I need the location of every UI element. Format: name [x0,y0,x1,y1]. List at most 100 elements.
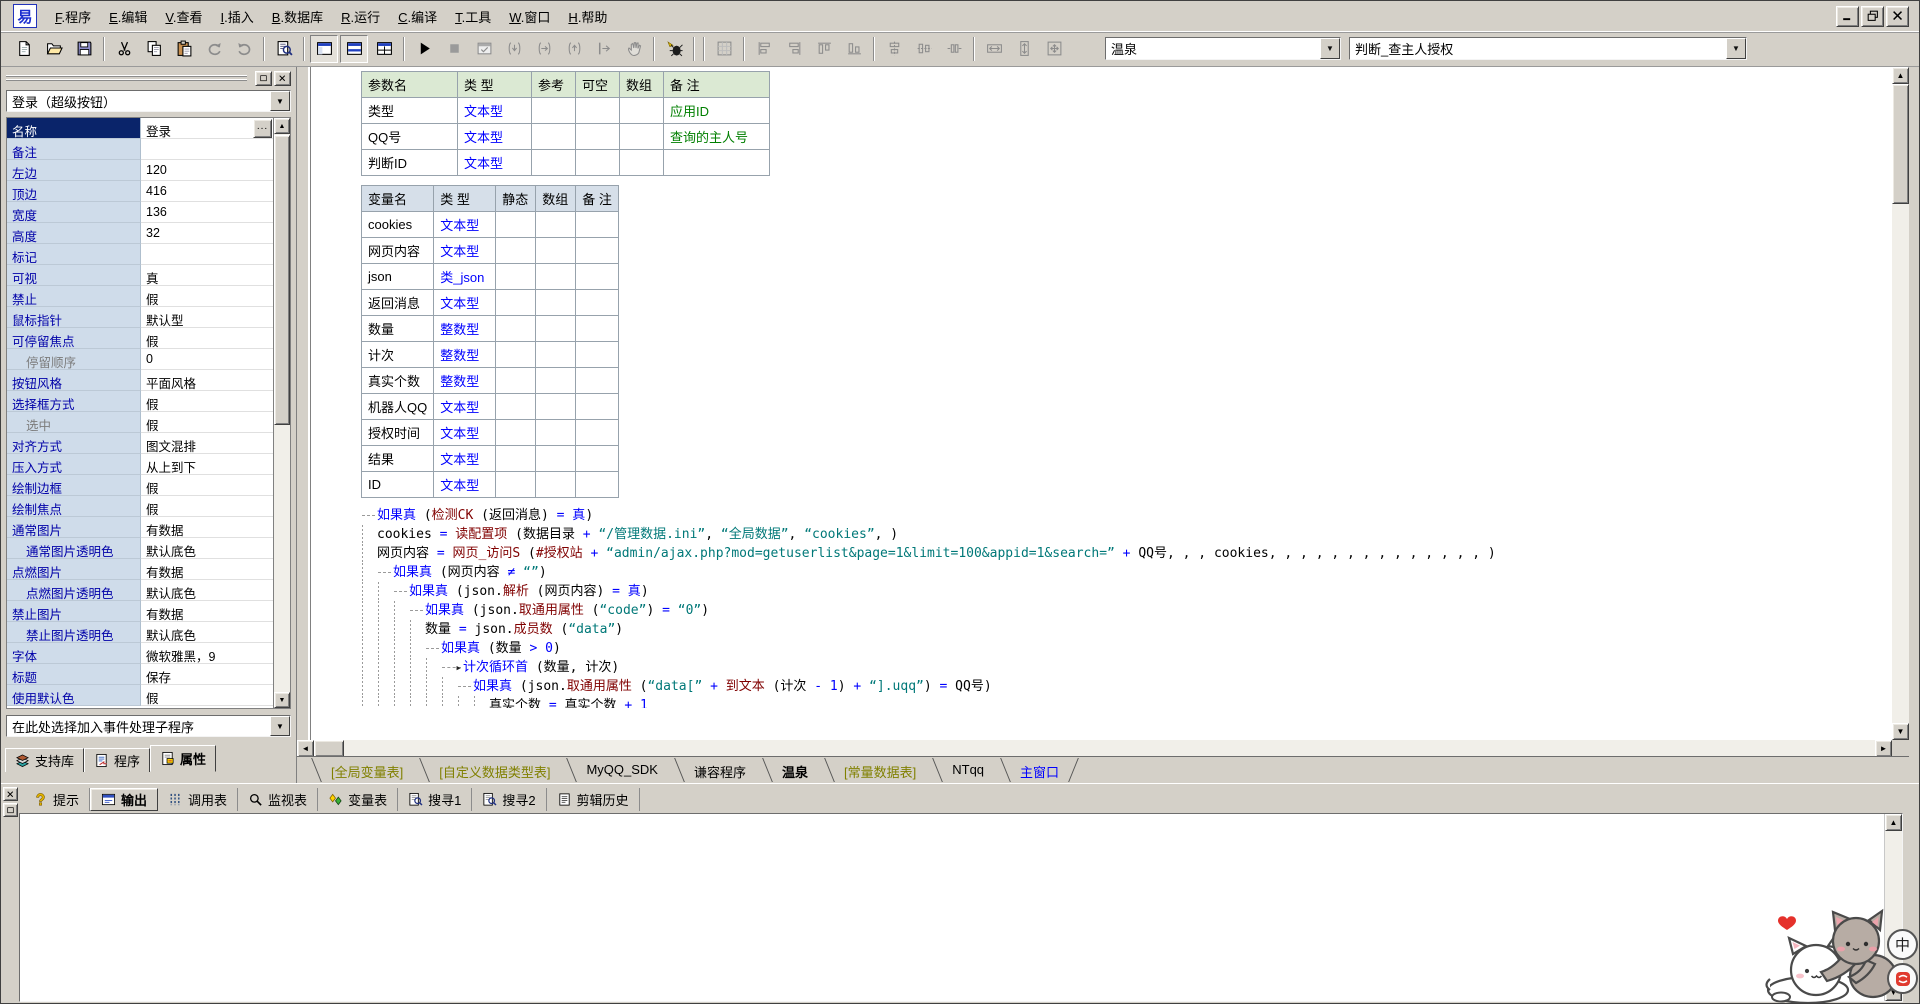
code-line[interactable]: 如果真 (数量 > 0) [361,639,1892,658]
property-row[interactable]: 选中假 [7,412,273,433]
var-remark[interactable] [576,290,619,316]
property-value[interactable]: 假 [141,475,273,496]
property-value[interactable]: 登录... [141,118,273,139]
var-name[interactable]: 机器人QQ [362,394,434,420]
var-name[interactable]: 网页内容 [362,238,434,264]
scroll-left-button[interactable]: ◄ [297,740,314,757]
property-value[interactable]: 416 [141,181,273,202]
var-static[interactable] [496,420,536,446]
event-handler-combobox[interactable]: 在此处选择加入事件处理子程序 ▼ [6,715,291,737]
paste-button[interactable] [170,35,198,63]
param-type[interactable]: 文本型 [458,150,532,176]
module-tab[interactable]: MyQQ_SDK [568,757,676,783]
var-name[interactable]: 返回消息 [362,290,434,316]
var-name[interactable]: 数量 [362,316,434,342]
editor-horizontal-scrollbar[interactable]: ◄► [297,740,1892,757]
property-label[interactable]: 通常图片透明色 [7,538,141,559]
var-static[interactable] [496,394,536,420]
property-row[interactable]: 点燃图片有数据 [7,559,273,580]
var-name[interactable]: json [362,264,434,290]
scroll-thumb[interactable] [314,740,344,757]
code-line[interactable]: 如果真 (检测CK (返回消息) = 真) [361,506,1892,525]
property-row[interactable]: 停留顺序0 [7,349,273,370]
output-tab-hint[interactable]: 提示 [23,788,90,811]
menu-item-H[interactable]: H.帮助 [559,3,616,30]
menu-item-W[interactable]: W.窗口 [500,3,559,30]
menu-item-C[interactable]: C.编译 [389,3,446,30]
panel-tab-program[interactable]: 程序 [84,748,150,772]
property-label[interactable]: 压入方式 [7,454,141,475]
panel-restore-button[interactable] [255,71,272,86]
property-value[interactable]: 微软雅黑，9 [141,643,273,664]
chevron-down-icon[interactable]: ▼ [270,91,290,111]
var-type[interactable]: 整数型 [434,342,496,368]
minimize-button[interactable] [1836,6,1859,27]
chevron-down-icon[interactable]: ▼ [270,716,290,736]
var-array[interactable] [536,212,576,238]
param-remark[interactable] [664,150,770,176]
ime-language-button[interactable]: 中 [1887,929,1918,960]
property-row[interactable]: 对齐方式图文混排 [7,433,273,454]
routine-combobox[interactable]: 判断_查主人授权 ▼ [1349,37,1747,60]
var-array[interactable] [536,290,576,316]
output-tab-clip-history[interactable]: 剪辑历史 [547,788,640,811]
property-label[interactable]: 停留顺序 [7,349,141,370]
property-value[interactable]: 保存 [141,664,273,685]
var-type[interactable]: 文本型 [434,420,496,446]
scroll-up-button[interactable]: ▲ [1885,814,1902,831]
panel-titlebar[interactable] [6,70,291,86]
table-row[interactable]: 类型文本型应用ID [362,98,770,124]
var-static[interactable] [496,212,536,238]
variable-table[interactable]: 变量名类 型静态数组备 注cookies文本型网页内容文本型json类_json… [361,185,619,498]
editor-vertical-scrollbar[interactable]: ▲▼ [1892,67,1909,740]
property-label[interactable]: 可视 [7,265,141,286]
code-line[interactable]: cookies = 读配置项 (数据目录 + “/管理数据.ini”, “全局数… [361,525,1892,544]
property-value[interactable]: 图文混排 [141,433,273,454]
code-lines[interactable]: 如果真 (检测CK (返回消息) = 真)cookies = 读配置项 (数据目… [361,506,1892,708]
property-value[interactable]: 默认底色 [141,580,273,601]
property-label[interactable]: 标记 [7,244,141,265]
panel-tab-property[interactable]: 属性 [150,745,216,772]
cut-button[interactable] [110,35,138,63]
scroll-thumb[interactable] [274,135,290,425]
property-row[interactable]: 禁止图片透明色默认底色 [7,622,273,643]
param-remark[interactable]: 应用ID [664,98,770,124]
property-value[interactable]: 有数据 [141,559,273,580]
panel-close-button[interactable] [3,787,18,801]
param-byref[interactable] [532,150,576,176]
ellipsis-button[interactable]: ... [253,119,272,138]
var-remark[interactable] [576,472,619,498]
property-value[interactable]: 120 [141,160,273,181]
code-line[interactable]: 如果真 (json.取通用属性 (“code”) = “0”) [361,601,1892,620]
panel-grip[interactable] [6,75,247,82]
property-label[interactable]: 高度 [7,223,141,244]
var-array[interactable] [536,368,576,394]
property-row[interactable]: 选择框方式假 [7,391,273,412]
property-row[interactable]: 宽度136 [7,202,273,223]
object-selector-combobox[interactable]: 登录（超级按钮） ▼ [6,90,291,112]
panel-close-button[interactable] [274,71,291,86]
param-byref[interactable] [532,98,576,124]
var-name[interactable]: 计次 [362,342,434,368]
property-value[interactable]: 假 [141,391,273,412]
var-name[interactable]: cookies [362,212,434,238]
property-value[interactable]: 假 [141,412,273,433]
var-remark[interactable] [576,342,619,368]
var-type[interactable]: 文本型 [434,290,496,316]
table-row[interactable]: 计次整数型 [362,342,619,368]
var-static[interactable] [496,264,536,290]
var-static[interactable] [496,446,536,472]
parameter-table[interactable]: 参数名类 型参考可空数组备 注类型文本型应用IDQQ号文本型查询的主人号判断ID… [361,71,770,176]
output-content[interactable]: ▲▼ [19,813,1903,1002]
code-line[interactable]: 网页内容 = 网页_访问S (#授权站 + “admin/ajax.php?mo… [361,544,1892,563]
var-static[interactable] [496,342,536,368]
output-tab-search-doc[interactable]: 搜寻2 [472,788,546,811]
code-line[interactable]: 计次循环首 (数量, 计次) [361,658,1892,677]
property-value[interactable] [141,139,273,160]
property-label[interactable]: 点燃图片 [7,559,141,580]
property-label[interactable]: 名称 [7,118,141,139]
scroll-right-button[interactable]: ► [1875,740,1892,757]
param-nullable[interactable] [576,150,620,176]
var-array[interactable] [536,472,576,498]
var-remark[interactable] [576,316,619,342]
